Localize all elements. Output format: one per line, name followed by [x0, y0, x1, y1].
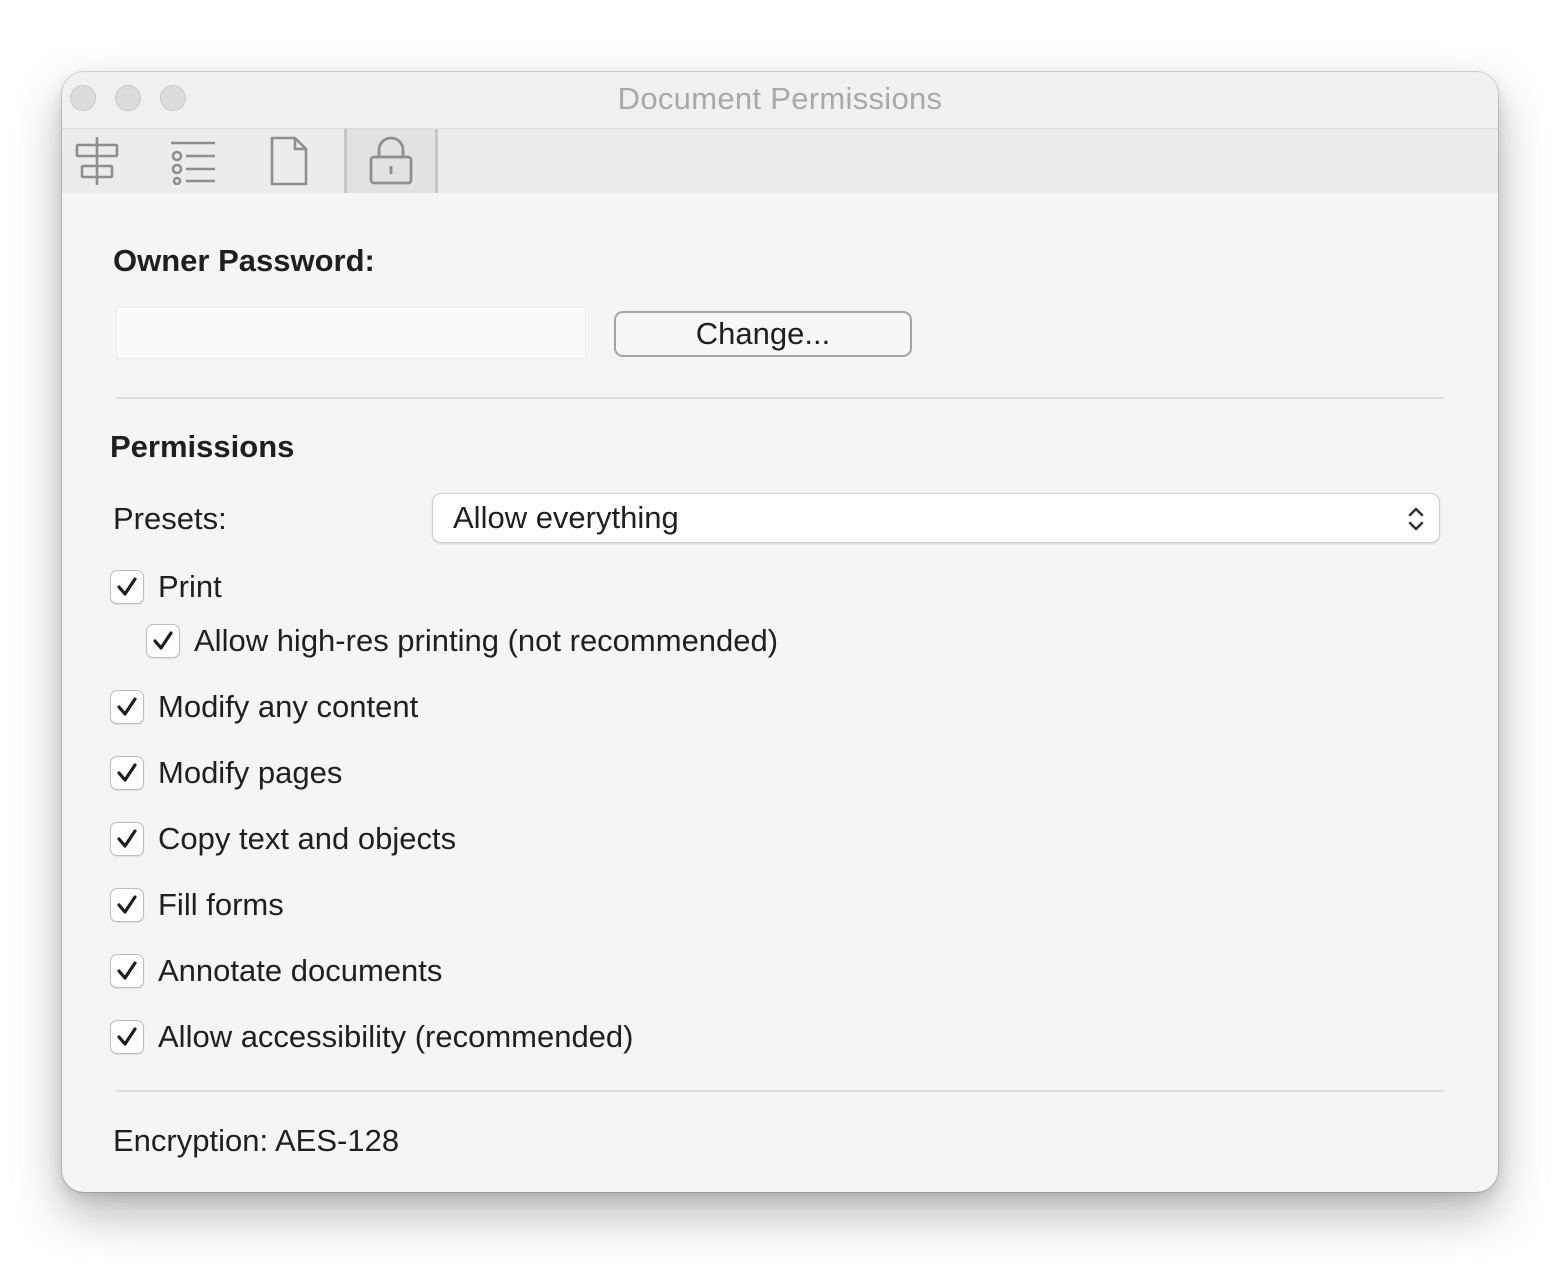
- checkmark-icon: [117, 1027, 137, 1046]
- high-res-printing-label: Allow high-res printing (not recommended…: [194, 623, 779, 658]
- accessibility-label: Allow accessibility (recommended): [158, 1019, 634, 1054]
- accessibility-checkbox[interactable]: [110, 1020, 144, 1054]
- annotate-label: Annotate documents: [158, 953, 443, 988]
- title-bar[interactable]: Document Permissions: [62, 72, 1498, 129]
- permission-modify-content[interactable]: Modify any content: [110, 687, 418, 727]
- window-title: Document Permissions: [617, 81, 943, 116]
- high-res-printing-checkbox[interactable]: [146, 624, 180, 658]
- presets-selected-value: Allow everything: [453, 500, 679, 535]
- checkmark-icon: [117, 895, 137, 914]
- owner-password-field[interactable]: [116, 307, 586, 359]
- owner-password-label: Owner Password:: [113, 243, 375, 278]
- presets-select[interactable]: Allow everything: [432, 493, 1440, 543]
- modify-pages-label: Modify pages: [158, 755, 343, 790]
- presets-label: Presets:: [113, 501, 227, 536]
- toolbar: [62, 129, 1498, 193]
- permission-print[interactable]: Print: [110, 567, 222, 607]
- copy-text-checkbox[interactable]: [110, 822, 144, 856]
- up-down-chevron-icon: [1408, 507, 1424, 531]
- permissions-panel: Owner Password: Change... Permissions Pr…: [62, 193, 1498, 1192]
- lock-icon: [369, 136, 413, 185]
- list-icon: [171, 141, 215, 185]
- document-permissions-window: Document Permissions Owner Password: Cha…: [62, 72, 1498, 1192]
- checkmark-icon: [117, 961, 137, 980]
- permission-accessibility[interactable]: Allow accessibility (recommended): [110, 1017, 634, 1057]
- tab-outline[interactable]: [146, 129, 240, 193]
- permission-high-res-printing[interactable]: Allow high-res printing (not recommended…: [146, 621, 778, 661]
- modify-content-checkbox[interactable]: [110, 690, 144, 724]
- permission-annotate[interactable]: Annotate documents: [110, 951, 442, 991]
- divider: [116, 397, 1444, 399]
- tab-alignment[interactable]: [62, 129, 144, 193]
- tab-security[interactable]: [344, 129, 438, 193]
- checkmark-icon: [117, 697, 137, 716]
- align-center-icon: [75, 137, 119, 185]
- checkmark-icon: [117, 829, 137, 848]
- fill-forms-checkbox[interactable]: [110, 888, 144, 922]
- checkmark-icon: [117, 763, 137, 782]
- modify-pages-checkbox[interactable]: [110, 756, 144, 790]
- document-icon: [270, 136, 308, 186]
- divider: [116, 1090, 1444, 1092]
- permissions-heading: Permissions: [110, 429, 295, 464]
- fill-forms-label: Fill forms: [158, 887, 284, 922]
- tab-document[interactable]: [242, 129, 336, 193]
- annotate-checkbox[interactable]: [110, 954, 144, 988]
- print-label: Print: [158, 569, 222, 604]
- permission-fill-forms[interactable]: Fill forms: [110, 885, 284, 925]
- change-password-button[interactable]: Change...: [614, 311, 912, 357]
- permission-copy-text[interactable]: Copy text and objects: [110, 819, 456, 859]
- encryption-label: Encryption: AES-128: [113, 1123, 400, 1158]
- copy-text-label: Copy text and objects: [158, 821, 457, 856]
- print-checkbox[interactable]: [110, 570, 144, 604]
- modify-content-label: Modify any content: [158, 689, 419, 724]
- checkmark-icon: [117, 577, 137, 596]
- checkmark-icon: [153, 631, 173, 650]
- permission-modify-pages[interactable]: Modify pages: [110, 753, 342, 793]
